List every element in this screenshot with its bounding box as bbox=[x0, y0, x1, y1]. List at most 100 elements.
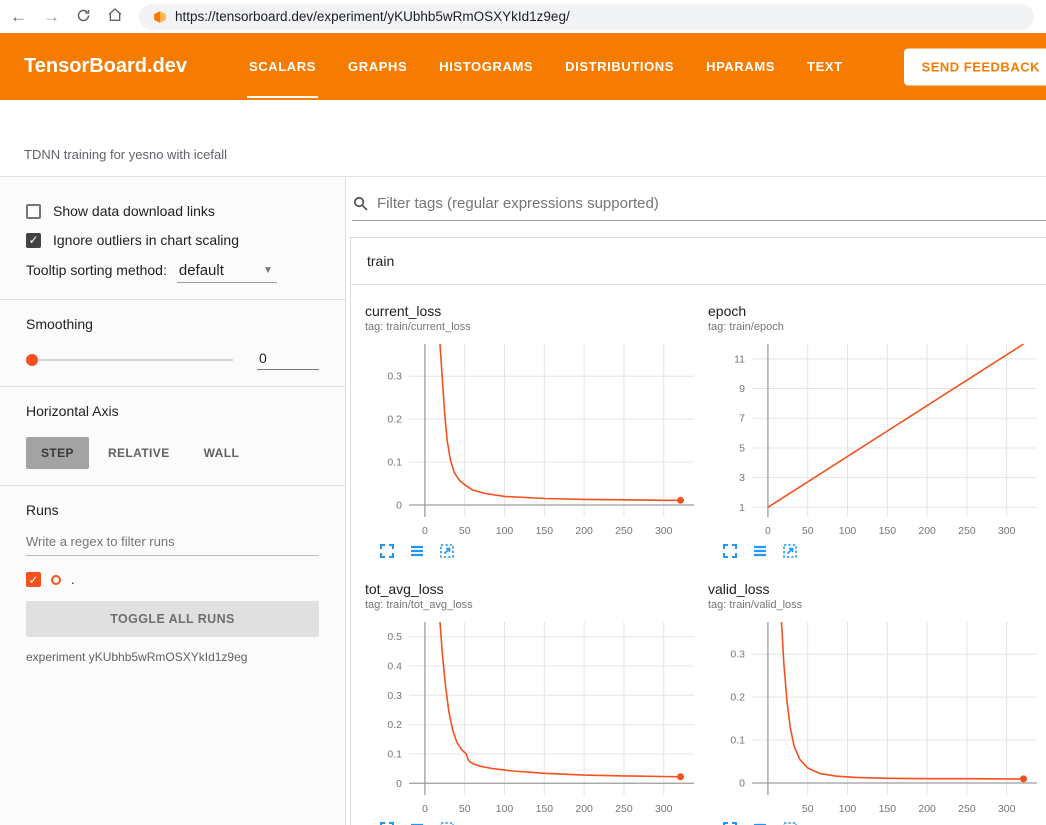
chart-block-epoch: epoch tag: train/epoch 05010015020025030… bbox=[708, 303, 1046, 559]
runs-selector-icon[interactable] bbox=[752, 821, 768, 825]
svg-text:300: 300 bbox=[998, 803, 1016, 815]
run-name: . bbox=[71, 572, 75, 587]
checkbox-label: Show data download links bbox=[53, 203, 215, 219]
svg-text:200: 200 bbox=[918, 525, 936, 537]
app-header: TensorBoard.dev SCALARS GRAPHS HISTOGRAM… bbox=[0, 33, 1046, 100]
dropdown-value: default bbox=[179, 262, 224, 279]
experiment-title: TDNN training for yesno with icefall bbox=[24, 147, 227, 162]
show-download-links-checkbox[interactable]: Show data download links bbox=[26, 203, 319, 219]
svg-text:0: 0 bbox=[422, 803, 428, 815]
smoothing-value-field[interactable]: 0 bbox=[257, 350, 319, 370]
fit-domain-icon[interactable] bbox=[782, 543, 798, 559]
url-text: https://tensorboard.dev/experiment/yKUbh… bbox=[175, 9, 570, 24]
experiment-id-caption: experiment yKUbhb5wRmOSXYkId1z9eg bbox=[26, 650, 319, 664]
line-chart[interactable]: 05010015020025030000.10.20.3 bbox=[365, 339, 700, 539]
line-chart[interactable]: 5010015020025030000.10.20.3 bbox=[708, 617, 1043, 817]
chevron-down-icon: ▼ bbox=[263, 265, 273, 276]
tooltip-sorting-dropdown[interactable]: default ▼ bbox=[177, 262, 277, 283]
tab-scalars[interactable]: SCALARS bbox=[233, 33, 332, 100]
svg-text:0: 0 bbox=[396, 778, 402, 790]
run-checkbox-icon[interactable]: ✓ bbox=[26, 572, 41, 587]
chart-block-valid-loss: valid_loss tag: train/valid_loss 5010015… bbox=[708, 581, 1046, 825]
horizontal-axis-label: Horizontal Axis bbox=[26, 403, 319, 419]
site-favicon bbox=[153, 10, 167, 24]
svg-text:5: 5 bbox=[739, 442, 745, 454]
runs-selector-icon[interactable] bbox=[409, 821, 425, 825]
svg-text:300: 300 bbox=[655, 525, 673, 537]
send-feedback-button[interactable]: SEND FEEDBACK bbox=[904, 48, 1046, 85]
svg-text:50: 50 bbox=[459, 803, 471, 815]
runs-selector-icon[interactable] bbox=[752, 543, 768, 559]
checkbox-unchecked-icon[interactable] bbox=[26, 204, 41, 219]
chart-title: epoch bbox=[708, 303, 1046, 319]
svg-text:3: 3 bbox=[739, 472, 745, 484]
runs-selector-icon[interactable] bbox=[409, 543, 425, 559]
svg-text:100: 100 bbox=[496, 803, 514, 815]
chart-tag: tag: train/current_loss bbox=[365, 321, 708, 333]
svg-text:50: 50 bbox=[459, 525, 471, 537]
line-chart[interactable]: 05010015020025030000.10.20.30.40.5 bbox=[365, 617, 700, 817]
train-section-header[interactable]: train bbox=[351, 238, 1046, 285]
axis-wall-button[interactable]: WALL bbox=[189, 437, 255, 469]
svg-text:150: 150 bbox=[879, 525, 897, 537]
svg-text:0.4: 0.4 bbox=[387, 660, 402, 672]
experiment-title-strip: TDNN training for yesno with icefall bbox=[0, 100, 1046, 177]
fit-domain-icon[interactable] bbox=[439, 821, 455, 825]
runs-filter-input[interactable] bbox=[26, 532, 319, 556]
svg-text:0.2: 0.2 bbox=[730, 692, 745, 704]
svg-text:0: 0 bbox=[396, 499, 402, 511]
tab-hparams[interactable]: HPARAMS bbox=[690, 33, 791, 100]
axis-step-button[interactable]: STEP bbox=[26, 437, 89, 469]
fullscreen-icon[interactable] bbox=[722, 821, 738, 825]
svg-text:50: 50 bbox=[802, 803, 814, 815]
svg-text:0: 0 bbox=[739, 777, 745, 789]
tab-histograms[interactable]: HISTOGRAMS bbox=[423, 33, 549, 100]
svg-text:50: 50 bbox=[802, 525, 814, 537]
svg-text:0.5: 0.5 bbox=[387, 631, 402, 643]
svg-text:0: 0 bbox=[422, 525, 428, 537]
run-list-item[interactable]: ✓ . bbox=[26, 572, 319, 587]
forward-icon[interactable]: → bbox=[43, 8, 60, 25]
svg-text:100: 100 bbox=[839, 803, 857, 815]
toggle-all-runs-button[interactable]: TOGGLE ALL RUNS bbox=[26, 601, 319, 637]
slider-thumb[interactable] bbox=[26, 354, 38, 366]
svg-text:200: 200 bbox=[918, 803, 936, 815]
back-icon[interactable]: ← bbox=[10, 8, 27, 25]
svg-text:150: 150 bbox=[879, 803, 897, 815]
svg-text:0.3: 0.3 bbox=[387, 371, 402, 383]
svg-text:0.1: 0.1 bbox=[387, 457, 402, 469]
axis-relative-button[interactable]: RELATIVE bbox=[93, 437, 185, 469]
svg-text:0: 0 bbox=[765, 525, 771, 537]
tab-graphs[interactable]: GRAPHS bbox=[332, 33, 423, 100]
tab-distributions[interactable]: DISTRIBUTIONS bbox=[549, 33, 690, 100]
address-bar[interactable]: https://tensorboard.dev/experiment/yKUbh… bbox=[139, 4, 1034, 30]
fit-domain-icon[interactable] bbox=[439, 543, 455, 559]
search-icon bbox=[352, 195, 369, 212]
svg-text:0.1: 0.1 bbox=[387, 748, 402, 760]
tag-filter-input[interactable] bbox=[377, 195, 1046, 212]
line-chart[interactable]: 0501001502002503001357911 bbox=[708, 339, 1043, 539]
fullscreen-icon[interactable] bbox=[379, 543, 395, 559]
chart-tag: tag: train/valid_loss bbox=[708, 599, 1046, 611]
svg-text:100: 100 bbox=[496, 525, 514, 537]
chart-block-current-loss: current_loss tag: train/current_loss 050… bbox=[365, 303, 708, 559]
fit-domain-icon[interactable] bbox=[782, 821, 798, 825]
svg-text:0.3: 0.3 bbox=[730, 649, 745, 661]
chart-title: tot_avg_loss bbox=[365, 581, 708, 597]
fullscreen-icon[interactable] bbox=[379, 821, 395, 825]
main-nav: SCALARS GRAPHS HISTOGRAMS DISTRIBUTIONS … bbox=[233, 33, 859, 100]
app-logo: TensorBoard.dev bbox=[24, 55, 187, 78]
svg-text:250: 250 bbox=[958, 525, 976, 537]
home-icon[interactable] bbox=[107, 7, 123, 26]
smoothing-slider[interactable] bbox=[26, 359, 233, 361]
checkbox-checked-icon[interactable]: ✓ bbox=[26, 233, 41, 248]
svg-text:11: 11 bbox=[734, 353, 745, 365]
svg-text:200: 200 bbox=[575, 803, 593, 815]
svg-text:7: 7 bbox=[739, 413, 745, 425]
ignore-outliers-checkbox[interactable]: ✓ Ignore outliers in chart scaling bbox=[26, 232, 319, 248]
svg-text:250: 250 bbox=[615, 803, 633, 815]
fullscreen-icon[interactable] bbox=[722, 543, 738, 559]
refresh-icon[interactable] bbox=[76, 8, 91, 26]
chart-tag: tag: train/tot_avg_loss bbox=[365, 599, 708, 611]
tab-text[interactable]: TEXT bbox=[791, 33, 859, 100]
